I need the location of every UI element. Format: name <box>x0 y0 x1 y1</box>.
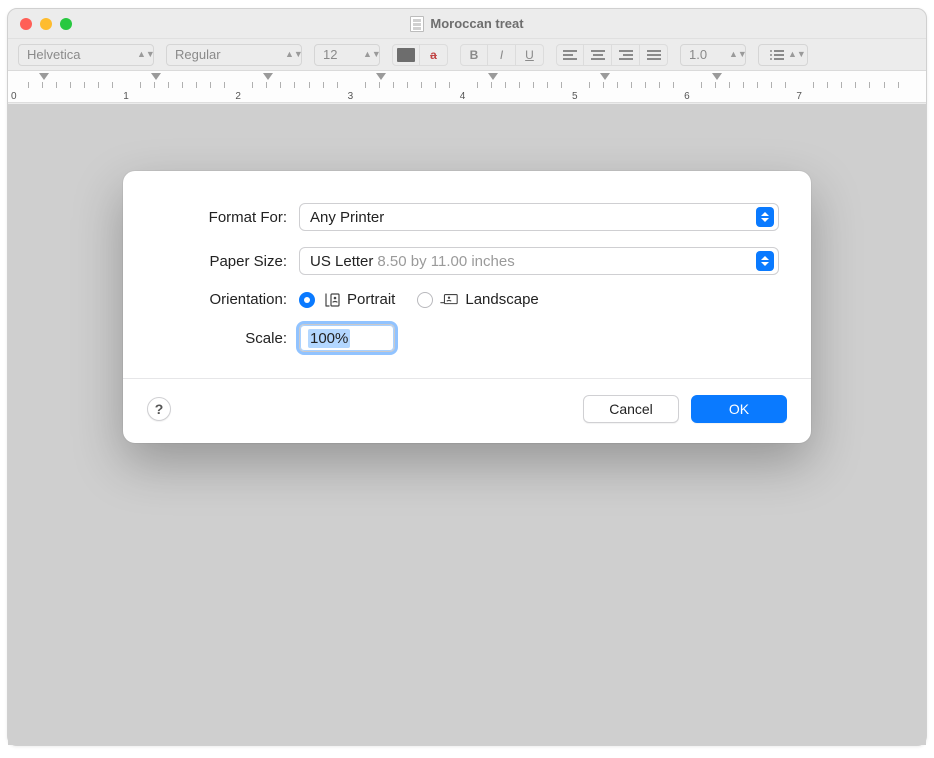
paper-size-row: Paper Size: US Letter8.50 by 11.00 inche… <box>123 239 811 283</box>
landscape-icon <box>439 293 459 307</box>
ok-button[interactable]: OK <box>691 395 787 423</box>
scale-value: 100% <box>308 329 350 348</box>
popup-arrows-icon <box>756 207 774 227</box>
orientation-row: Orientation: Portrait Land <box>123 283 811 316</box>
orientation-radios: Portrait Landscape <box>299 291 539 308</box>
scale-input[interactable]: 100% <box>299 324 395 352</box>
scale-label: Scale: <box>155 330 287 347</box>
ok-button-label: OK <box>729 401 749 417</box>
paper-size-popup[interactable]: US Letter8.50 by 11.00 inches <box>299 247 779 275</box>
format-for-row: Format For: Any Printer <box>123 195 811 239</box>
help-button[interactable]: ? <box>147 397 171 421</box>
format-for-popup[interactable]: Any Printer <box>299 203 779 231</box>
format-for-value: Any Printer <box>310 209 384 226</box>
modal-overlay: Format For: Any Printer Paper Size: US L… <box>8 9 926 745</box>
paper-size-label: Paper Size: <box>155 253 287 270</box>
cancel-button-label: Cancel <box>609 401 653 417</box>
orientation-portrait-label: Portrait <box>347 291 395 308</box>
orientation-landscape-radio[interactable]: Landscape <box>417 291 538 308</box>
orientation-landscape-label: Landscape <box>465 291 538 308</box>
orientation-portrait-radio[interactable]: Portrait <box>299 291 395 308</box>
portrait-icon <box>321 293 341 307</box>
orientation-label: Orientation: <box>155 291 287 308</box>
popup-arrows-icon <box>756 251 774 271</box>
paper-size-value: US Letter8.50 by 11.00 inches <box>310 253 515 270</box>
help-icon: ? <box>155 401 164 417</box>
page-setup-sheet: Format For: Any Printer Paper Size: US L… <box>123 171 811 443</box>
sheet-footer: ? Cancel OK <box>123 379 811 443</box>
radio-indicator-icon <box>417 292 433 308</box>
format-for-label: Format For: <box>155 209 287 226</box>
radio-indicator-icon <box>299 292 315 308</box>
scale-row: Scale: 100% <box>123 316 811 360</box>
cancel-button[interactable]: Cancel <box>583 395 679 423</box>
textedit-window: Moroccan treat Helvetica ▲▼ Regular ▲▼ 1… <box>7 8 927 746</box>
